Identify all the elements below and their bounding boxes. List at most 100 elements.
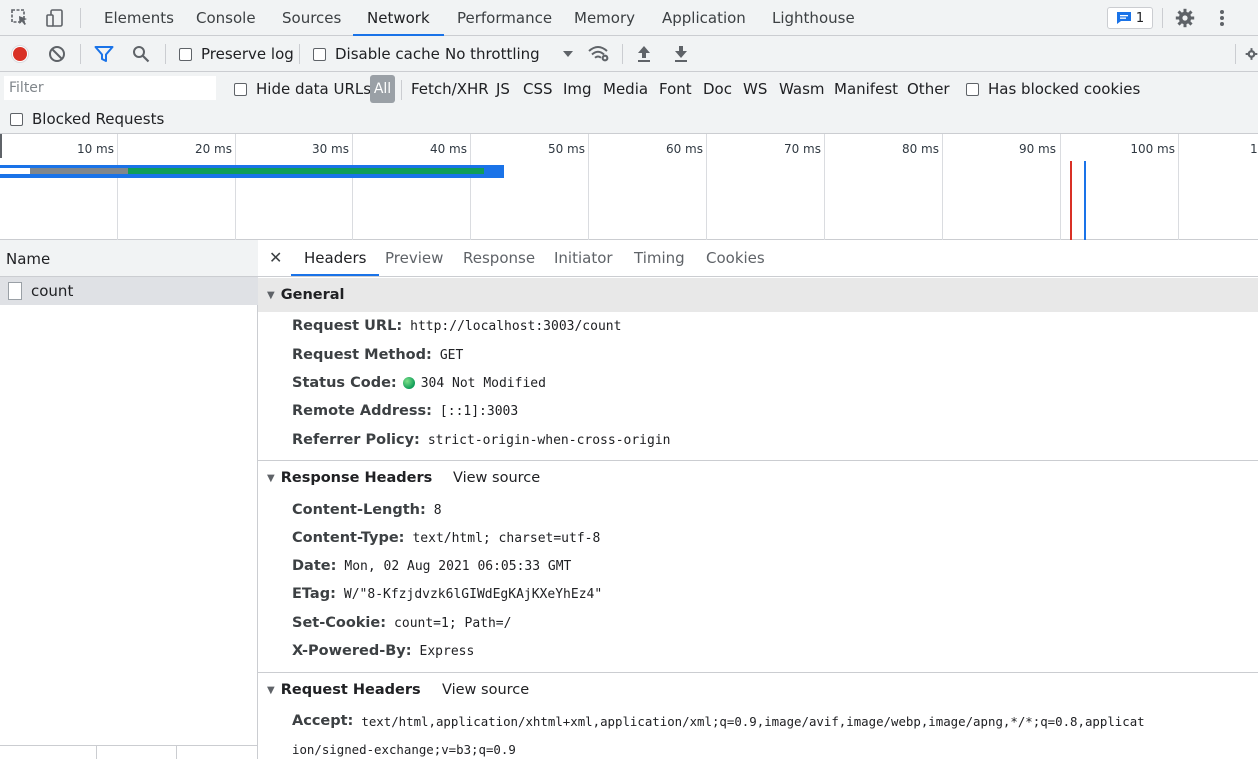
- header-value: text/html,application/xhtml+xml,applicat…: [361, 713, 1145, 729]
- tab-performance[interactable]: Performance: [457, 0, 552, 36]
- type-filter-other[interactable]: Other: [907, 80, 950, 98]
- hide-data-urls-checkbox[interactable]: Hide data URLs: [234, 80, 371, 98]
- network-toolbar: Preserve log Disable cache No throttling: [0, 36, 1258, 72]
- header-row: Referrer Policy: strict-origin-when-cros…: [292, 429, 671, 451]
- blocked-requests-checkbox[interactable]: Blocked Requests: [10, 110, 164, 128]
- collapse-triangle-icon: ▼: [267, 472, 275, 484]
- document-file-icon: [8, 282, 22, 300]
- blocked-requests-box[interactable]: [10, 112, 23, 126]
- type-filter-media[interactable]: Media: [603, 80, 648, 98]
- disable-cache-label: Disable cache: [335, 45, 440, 63]
- type-filter-wasm[interactable]: Wasm: [779, 80, 825, 98]
- header-value: http://localhost:3003/count: [410, 318, 622, 334]
- wifi-settings-icon: [588, 46, 609, 62]
- inspect-element-icon[interactable]: [8, 6, 32, 30]
- dropdown-arrow-icon: [562, 51, 573, 57]
- header-key: ETag:: [292, 586, 336, 602]
- preserve-log-box[interactable]: [179, 47, 192, 61]
- top-tab-bar: Elements Console Sources Network Perform…: [0, 0, 1258, 36]
- download-icon: [675, 46, 687, 62]
- header-row: Date: Mon, 02 Aug 2021 06:05:33 GMT: [292, 555, 571, 577]
- header-value: Express: [419, 643, 475, 659]
- collapse-triangle-icon: ▼: [267, 684, 275, 696]
- header-key: Request URL:: [292, 318, 403, 334]
- timeline-tick: 90 ms: [1018, 142, 1056, 156]
- timeline-tick: 60 ms: [665, 142, 703, 156]
- header-value: 304 Not Modified: [420, 375, 546, 391]
- filter-bar: Filter Hide data URLs All Fetch/XHR JS C…: [0, 72, 1258, 134]
- preserve-log-checkbox[interactable]: Preserve log: [179, 36, 294, 72]
- network-settings-button[interactable]: [1245, 36, 1258, 72]
- type-filter-css[interactable]: CSS: [523, 80, 553, 98]
- type-filter-all[interactable]: All: [370, 75, 395, 103]
- tab-sources[interactable]: Sources: [282, 0, 341, 36]
- tab-response[interactable]: Response: [463, 240, 535, 276]
- header-row: Set-Cookie: count=1; Path=/: [292, 612, 511, 634]
- disable-cache-box[interactable]: [313, 47, 326, 61]
- view-source-link[interactable]: View source: [442, 682, 529, 698]
- tab-network[interactable]: Network: [353, 0, 444, 36]
- export-har-button[interactable]: [673, 36, 689, 72]
- has-blocked-cookies-checkbox[interactable]: Has blocked cookies: [966, 80, 1140, 98]
- load-event-marker: [1070, 161, 1072, 240]
- header-value: text/html; charset=utf-8: [412, 530, 601, 546]
- type-filter-doc[interactable]: Doc: [703, 80, 732, 98]
- tab-preview[interactable]: Preview: [385, 240, 443, 276]
- tab-memory[interactable]: Memory: [574, 0, 635, 36]
- close-icon[interactable]: ✕: [269, 248, 282, 267]
- general-section-header[interactable]: ▼ General: [258, 278, 1258, 312]
- hide-data-urls-box[interactable]: [234, 82, 247, 96]
- request-name: count: [31, 282, 74, 300]
- tab-timing[interactable]: Timing: [634, 240, 685, 276]
- tab-cookies[interactable]: Cookies: [706, 240, 765, 276]
- type-filter-manifest[interactable]: Manifest: [834, 80, 898, 98]
- timeline-tick: 20 ms: [194, 142, 232, 156]
- tab-initiator[interactable]: Initiator: [554, 240, 613, 276]
- type-filter-js[interactable]: JS: [496, 80, 510, 98]
- header-row: Accept: text/html,application/xhtml+xml,…: [292, 710, 1145, 732]
- type-filter-font[interactable]: Font: [659, 80, 692, 98]
- timeline-overview[interactable]: 10 ms 20 ms 30 ms 40 ms 50 ms 60 ms 70 m…: [0, 134, 1258, 240]
- throttling-select[interactable]: No throttling: [445, 36, 574, 72]
- timeline-request-bar: [0, 165, 504, 178]
- network-conditions-button[interactable]: [588, 36, 610, 72]
- issues-button[interactable]: 1: [1107, 7, 1153, 29]
- tab-elements[interactable]: Elements: [104, 0, 174, 36]
- name-column-header[interactable]: Name: [0, 240, 258, 277]
- search-button[interactable]: [132, 36, 150, 72]
- request-headers-section-header[interactable]: ▼ Request Headers View source: [258, 673, 1258, 707]
- record-button[interactable]: [10, 36, 30, 72]
- message-icon: [1116, 12, 1131, 24]
- dom-content-loaded-marker: [1084, 161, 1086, 240]
- blocked-requests-label: Blocked Requests: [32, 110, 165, 128]
- tab-headers[interactable]: Headers: [291, 240, 380, 276]
- response-headers-section-header[interactable]: ▼ Response Headers View source: [258, 461, 1258, 495]
- filter-funnel-icon: [94, 46, 114, 62]
- filter-input[interactable]: Filter: [4, 76, 216, 100]
- request-row-count[interactable]: count: [0, 277, 258, 305]
- import-har-button[interactable]: [636, 36, 652, 72]
- collapse-triangle-icon: ▼: [267, 289, 275, 301]
- tab-application[interactable]: Application: [662, 0, 746, 36]
- type-filter-ws[interactable]: WS: [743, 80, 767, 98]
- view-source-link[interactable]: View source: [453, 470, 540, 486]
- filter-toggle-button[interactable]: [94, 36, 114, 72]
- settings-gear-icon[interactable]: [1173, 6, 1197, 30]
- disable-cache-checkbox[interactable]: Disable cache: [313, 36, 440, 72]
- has-blocked-cookies-label: Has blocked cookies: [988, 80, 1141, 98]
- type-filter-fetch-xhr[interactable]: Fetch/XHR: [411, 80, 489, 98]
- request-list-pane: Name count: [0, 240, 258, 759]
- has-blocked-cookies-box[interactable]: [966, 82, 979, 96]
- header-row: Request Method: GET: [292, 344, 463, 366]
- clear-button[interactable]: [48, 36, 66, 72]
- type-filter-img[interactable]: Img: [563, 80, 592, 98]
- section-title: Response Headers: [280, 470, 433, 486]
- device-toolbar-icon[interactable]: [43, 6, 67, 30]
- record-icon: [11, 45, 29, 63]
- more-options-icon[interactable]: [1210, 6, 1234, 30]
- header-row: Status Code: 304 Not Modified: [292, 372, 546, 394]
- tab-console[interactable]: Console: [196, 0, 256, 36]
- header-row: ETag: W/"8-Kfzjdvzk6lGIWdEgKAjKXeYhEz4": [292, 583, 602, 605]
- tab-lighthouse[interactable]: Lighthouse: [772, 0, 855, 36]
- header-value: count=1; Path=/: [394, 615, 512, 631]
